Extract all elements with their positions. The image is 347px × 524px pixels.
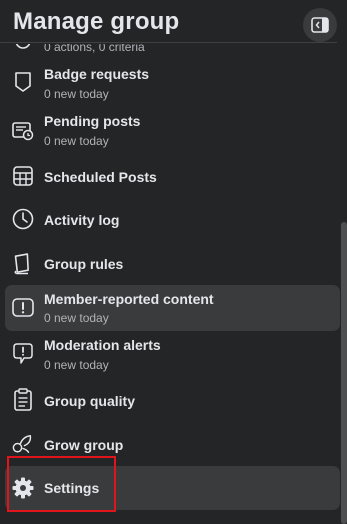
pending-posts-icon (12, 120, 34, 142)
item-label: Settings (44, 480, 100, 496)
report-icon (12, 297, 34, 319)
gear-icon (12, 477, 34, 499)
badge-icon (12, 71, 34, 93)
book-icon (12, 253, 34, 275)
menu-item-group-rules[interactable]: Group rules (5, 247, 340, 281)
item-label: Pending posts (44, 113, 141, 129)
menu-item-member-reported-content[interactable]: Member-reported content 0 new today (5, 285, 340, 331)
menu-item-group-quality[interactable]: Group quality (5, 384, 340, 418)
menu-item-badge-requests[interactable]: Badge requests 0 new today (5, 62, 340, 104)
menu-item-pending-posts[interactable]: Pending posts 0 new today (5, 109, 340, 153)
scrollbar[interactable] (341, 222, 347, 524)
partial-icon (12, 518, 34, 524)
grow-icon (12, 433, 34, 455)
item-subtitle: 0 new today (44, 358, 109, 372)
list-item-partial[interactable] (5, 515, 340, 524)
menu-item-activity-log[interactable]: Activity log (5, 203, 340, 237)
collapse-sidebar-button[interactable] (303, 8, 337, 42)
header-divider (0, 42, 337, 43)
item-label: Scheduled Posts (44, 169, 157, 185)
page-header: Manage group (0, 0, 347, 44)
calendar-icon (12, 165, 34, 187)
clipboard-icon (12, 388, 34, 411)
item-label: Group quality (44, 393, 135, 409)
item-label: Grow group (44, 437, 124, 453)
alert-icon (12, 343, 34, 365)
menu-item-settings[interactable]: Settings (5, 466, 340, 510)
menu-item-grow-group[interactable]: Grow group (5, 428, 340, 462)
item-subtitle: 0 new today (44, 87, 109, 101)
sidebar-toggle-icon (311, 17, 329, 33)
item-label: Member-reported content (44, 291, 214, 307)
item-label: Group rules (44, 256, 124, 272)
item-label: Activity log (44, 212, 120, 228)
item-label: Badge requests (44, 66, 150, 82)
item-subtitle: 0 new today (44, 134, 109, 148)
page-title: Manage group (13, 8, 180, 35)
clock-icon (12, 208, 34, 230)
item-label: Moderation alerts (44, 337, 161, 353)
menu-item-scheduled-posts[interactable]: Scheduled Posts (5, 160, 340, 194)
item-subtitle: 0 new today (44, 311, 109, 325)
menu-item-moderation-alerts[interactable]: Moderation alerts 0 new today (5, 333, 340, 377)
